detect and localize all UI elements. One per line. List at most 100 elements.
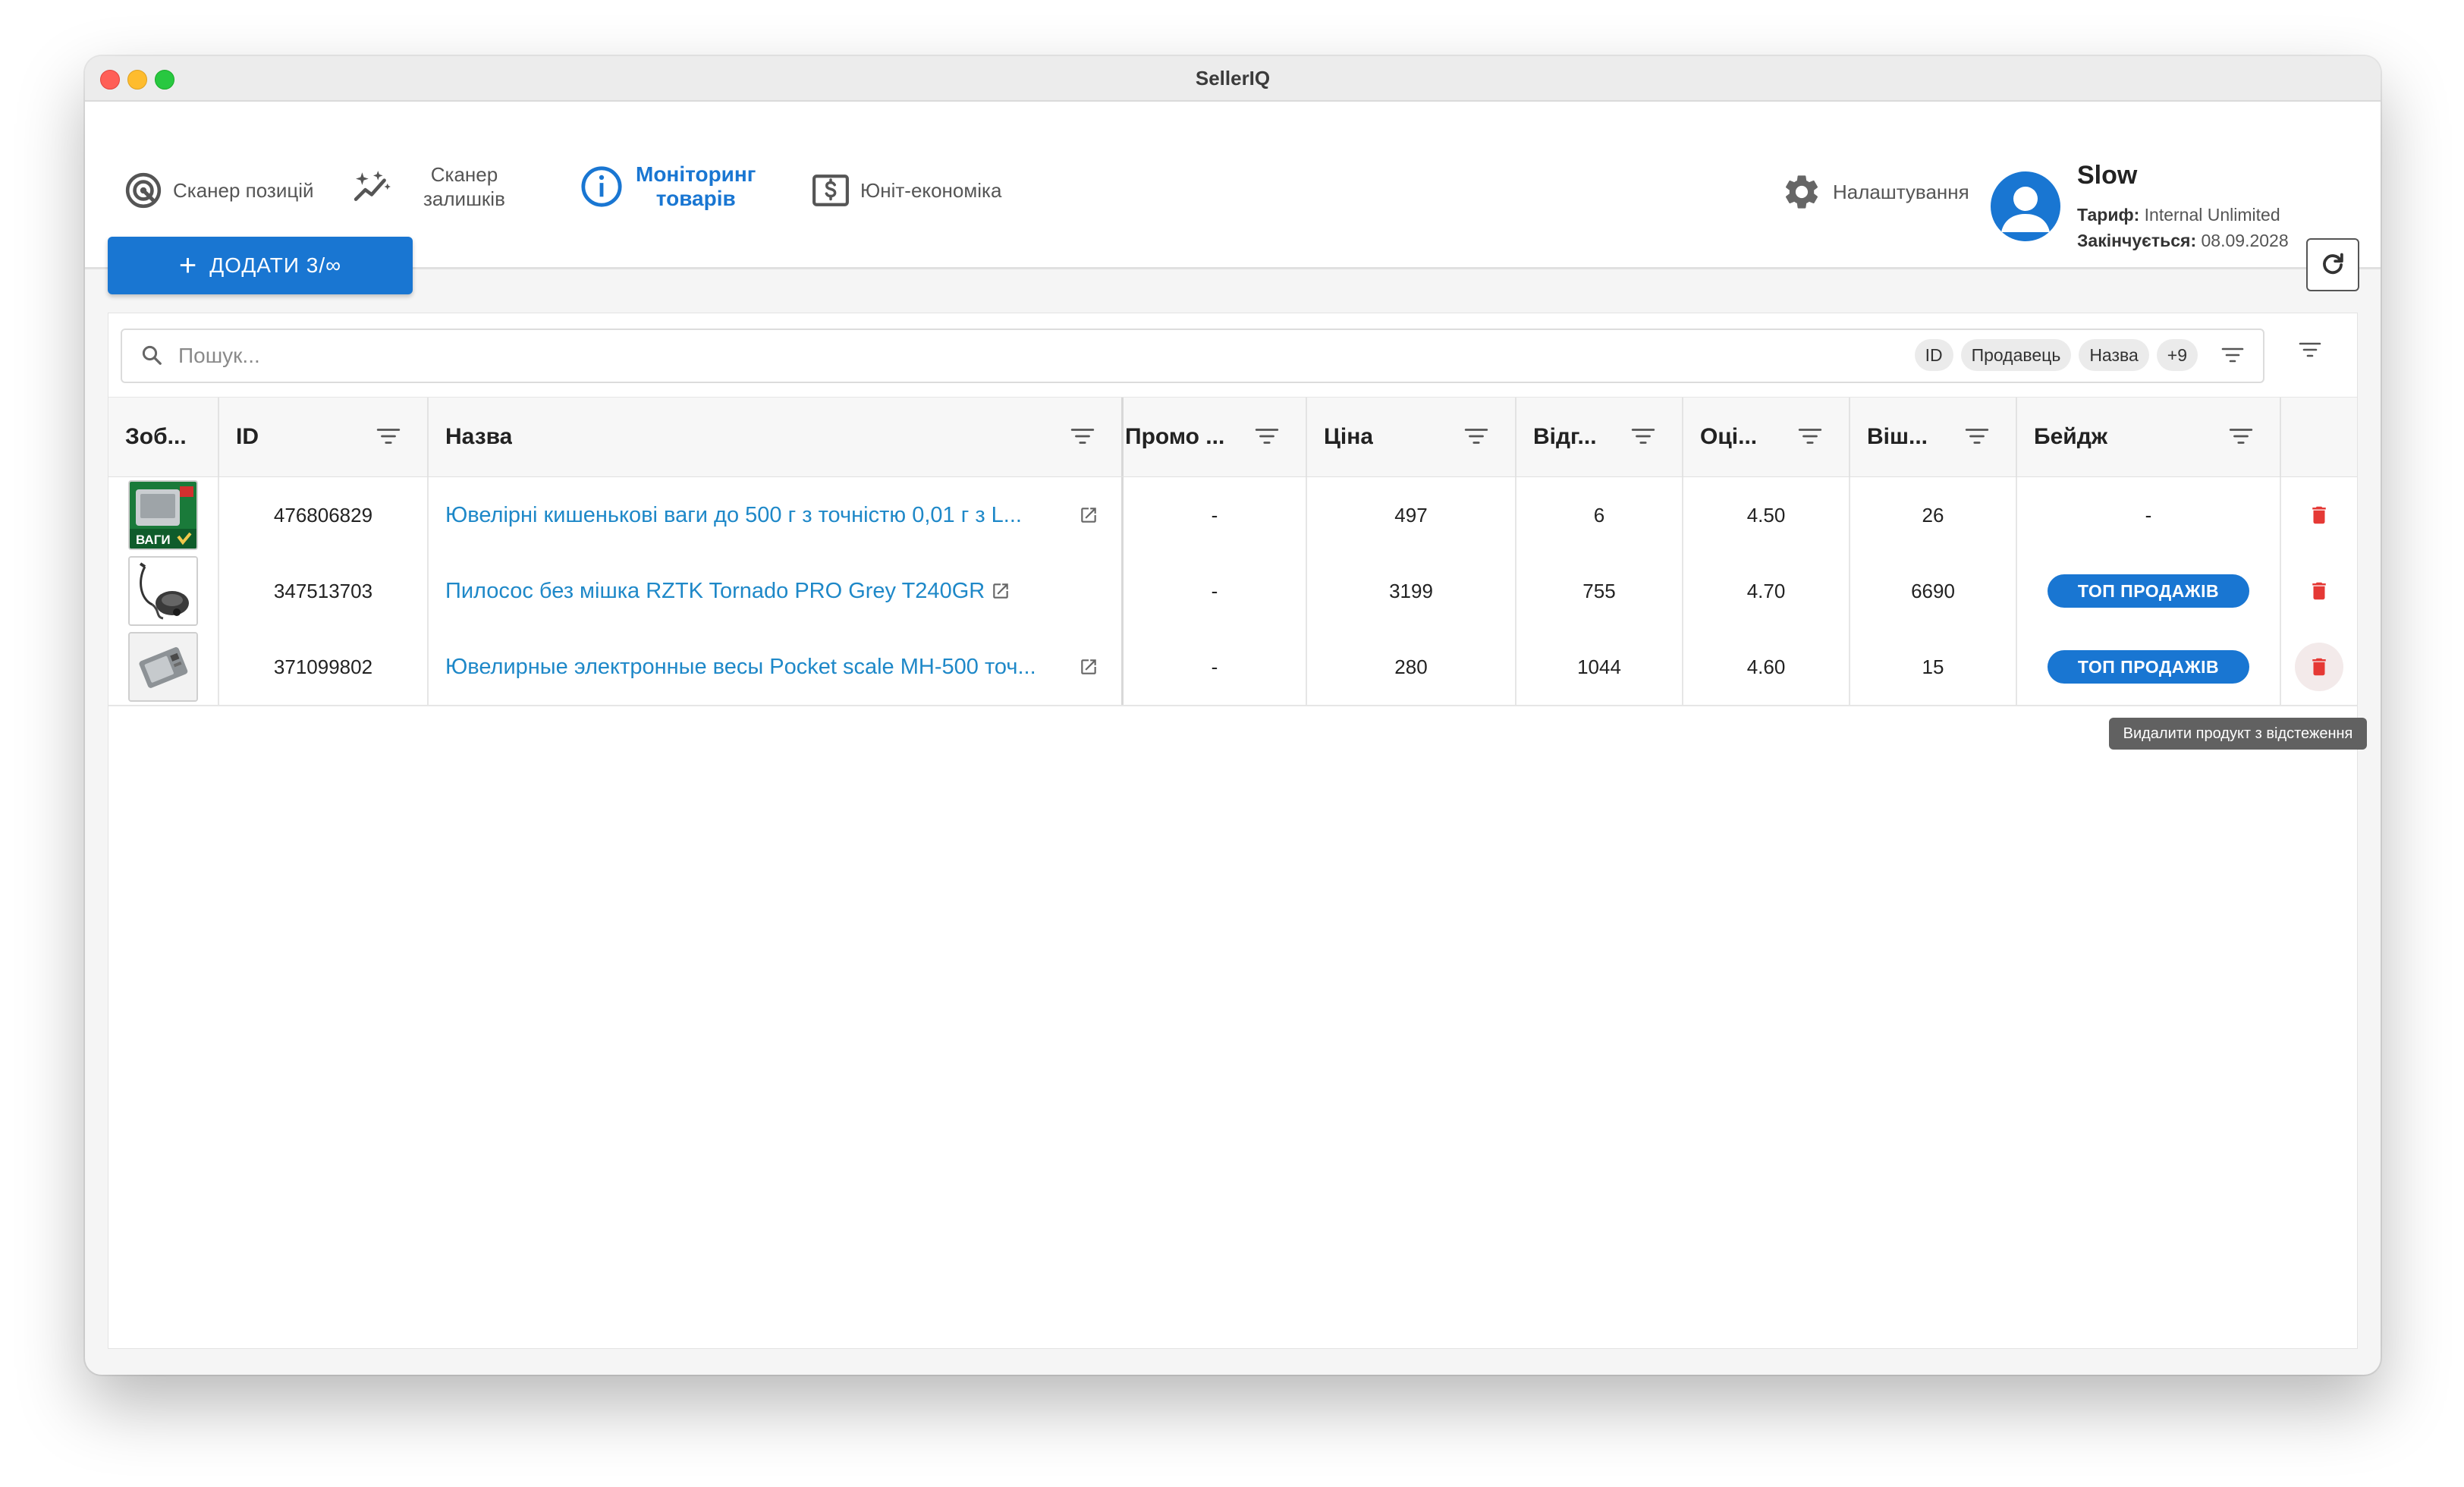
external-link-icon[interactable] (1079, 505, 1098, 525)
column-header-badge[interactable]: Бейдж (2017, 398, 2281, 476)
external-link-icon[interactable] (1079, 657, 1098, 677)
status-badge[interactable]: ТОП ПРОДАЖІВ (2047, 574, 2250, 608)
cell-price: 497 (1307, 477, 1516, 553)
cell-wishlist: 15 (1850, 629, 2017, 705)
cell-id: 371099802 (219, 629, 429, 705)
search-filter-icon[interactable] (2220, 346, 2245, 364)
table-row[interactable]: ВАГИ 476806829 Ювелірні кишенькові ваги … (108, 477, 2357, 555)
table-header: Зоб... ID Назва Промо ... Ціна Відг... О… (108, 397, 2357, 478)
nav-item-position-scanner[interactable]: Сканер позицій (124, 171, 314, 209)
cell-rating: 4.60 (1683, 629, 1850, 705)
window-title: SellerIQ (1195, 67, 1271, 90)
table-row[interactable]: 371099802 Ювелирные электронные весы Poc… (108, 629, 2357, 706)
nav-item-unit-economics[interactable]: Юніт-економіка (812, 173, 1001, 208)
column-label: Зоб... (125, 424, 187, 449)
cell-promo: - (1124, 553, 1307, 629)
expires-value: 08.09.2028 (2201, 231, 2289, 250)
cell-wishlist: 26 (1850, 477, 2017, 553)
product-thumbnail[interactable] (128, 556, 198, 626)
delete-tooltip: Видалити продукт з відстеження (2109, 718, 2367, 750)
external-link-icon[interactable] (991, 581, 1010, 601)
thumbnail-text: ВАГИ (136, 533, 171, 547)
filter-icon[interactable] (1463, 426, 1489, 452)
column-header-name[interactable]: Назва (429, 398, 1124, 476)
cell-actions (2281, 629, 2357, 705)
user-icon (2001, 187, 2050, 232)
column-label: Віш... (1867, 424, 1928, 449)
nav-item-product-monitoring[interactable]: Моніторинг товарів (580, 162, 756, 211)
add-product-button[interactable]: + ДОДАТИ 3/∞ (108, 237, 413, 294)
column-label: Відг... (1533, 424, 1597, 449)
delete-button[interactable] (2295, 491, 2343, 539)
cell-id: 347513703 (219, 553, 429, 629)
trash-icon (2312, 506, 2326, 524)
column-header-promo[interactable]: Промо ... (1124, 398, 1307, 476)
add-button-label: ДОДАТИ 3/∞ (209, 253, 342, 277)
cell-price: 3199 (1307, 553, 1516, 629)
chip-name[interactable]: Назва (2079, 339, 2149, 371)
cell-id: 476806829 (219, 477, 429, 553)
column-label: ID (236, 424, 259, 449)
user-name: Slow (2077, 161, 2138, 190)
filter-icon[interactable] (1797, 426, 1823, 452)
cell-name: Пилосос без мішка RZTK Tornado PRO Grey … (429, 553, 1124, 629)
filter-icon[interactable] (1254, 426, 1280, 452)
column-header-image[interactable]: Зоб... (108, 398, 219, 476)
expires-label: Закінчується: (2077, 231, 2197, 250)
product-thumbnail[interactable]: ВАГИ (128, 480, 198, 550)
cell-actions (2281, 553, 2357, 629)
refresh-icon (2323, 253, 2343, 275)
cell-name: Ювелірні кишенькові ваги до 500 г з точн… (429, 477, 1124, 553)
nav-item-label: Сканер залишків (423, 162, 505, 211)
search-icon (140, 344, 163, 370)
nav-label-line: залишків (423, 187, 505, 210)
table-filter-icon[interactable] (2298, 341, 2322, 363)
sparkle-chart-icon (354, 171, 391, 201)
filter-icon[interactable] (1964, 426, 1990, 452)
settings-button[interactable]: Налаштування (1781, 171, 1969, 212)
cell-price: 280 (1307, 629, 1516, 705)
cell-reviews: 6 (1516, 477, 1683, 553)
column-header-rating[interactable]: Оці... (1683, 398, 1850, 476)
avatar[interactable] (1991, 171, 2060, 241)
top-navigation: Сканер позицій Сканер залишків Моніторин… (85, 102, 2381, 269)
filter-icon[interactable] (376, 426, 401, 452)
user-plan: Тариф: Internal Unlimited (2077, 205, 2280, 225)
search-field-chips: ID Продавець Назва +9 (1907, 339, 2245, 371)
search-bar[interactable]: ID Продавець Назва +9 (121, 329, 2264, 383)
column-header-wishlist[interactable]: Віш... (1850, 398, 2017, 476)
search-input[interactable] (177, 338, 1849, 374)
cell-badge: ТОП ПРОДАЖІВ (2017, 629, 2281, 705)
cell-reviews: 1044 (1516, 629, 1683, 705)
status-badge[interactable]: ТОП ПРОДАЖІВ (2047, 650, 2250, 684)
nav-item-stock-scanner[interactable]: Сканер залишків (352, 162, 505, 211)
filter-icon[interactable] (1070, 426, 1095, 452)
nav-item-label: Моніторинг товарів (636, 162, 756, 211)
app-window: SellerIQ Сканер позицій Сканер залишків (85, 56, 2381, 1375)
delete-button[interactable] (2295, 567, 2343, 615)
table-row[interactable]: 347513703 Пилосос без мішка RZTK Tornado… (108, 553, 2357, 630)
cell-badge: - (2017, 477, 2281, 553)
column-header-id[interactable]: ID (219, 398, 429, 476)
user-expiry: Закінчується: 08.09.2028 (2077, 231, 2289, 251)
cell-actions (2281, 477, 2357, 553)
title-bar: SellerIQ (85, 56, 2381, 102)
product-thumbnail[interactable] (128, 632, 198, 702)
chip-id[interactable]: ID (1914, 339, 1953, 371)
settings-label: Налаштування (1833, 181, 1969, 203)
product-link[interactable]: Пилосос без мішка RZTK Tornado PRO Grey … (445, 579, 985, 604)
product-link[interactable]: Ювелірні кишенькові ваги до 500 г з точн… (445, 503, 1022, 528)
refresh-button[interactable] (2306, 238, 2359, 291)
cell-image: ВАГИ (108, 477, 219, 553)
delete-button[interactable] (2295, 643, 2343, 691)
chip-more[interactable]: +9 (2156, 339, 2198, 371)
cell-reviews: 755 (1516, 553, 1683, 629)
chip-seller[interactable]: Продавець (1960, 339, 2072, 371)
column-header-price[interactable]: Ціна (1307, 398, 1516, 476)
product-link[interactable]: Ювелирные электронные весы Pocket scale … (445, 655, 1036, 680)
filter-icon[interactable] (1630, 426, 1656, 452)
column-header-reviews[interactable]: Відг... (1516, 398, 1683, 476)
cell-image (108, 629, 219, 705)
filter-icon[interactable] (2228, 426, 2254, 452)
column-label: Ціна (1324, 424, 1374, 449)
